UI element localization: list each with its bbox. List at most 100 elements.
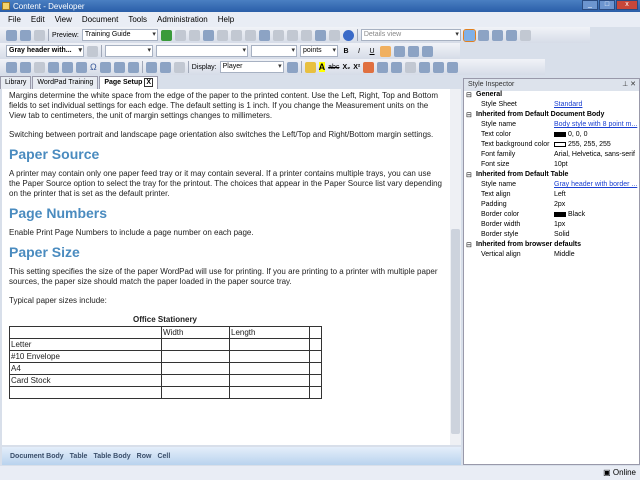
property-link[interactable]: Body style with 8 point m... [554, 121, 637, 128]
table-cell[interactable]: Length [229, 326, 310, 339]
strikethrough-button[interactable]: abc [328, 64, 339, 71]
table-cell[interactable] [161, 386, 230, 399]
italic-button[interactable]: I [354, 48, 364, 55]
table-cell[interactable] [161, 374, 230, 387]
copy-icon[interactable] [188, 29, 200, 41]
properties-icon[interactable] [230, 29, 242, 41]
find-icon[interactable] [244, 29, 256, 41]
highlight-icon[interactable]: A [318, 62, 326, 72]
table-cell[interactable]: Card Stock [9, 374, 162, 387]
spellcheck-icon[interactable] [328, 29, 340, 41]
menu-edit[interactable]: Edit [31, 15, 45, 24]
table-cell[interactable] [309, 386, 322, 399]
panel-close-icon[interactable]: ✕ [630, 81, 636, 88]
table-cell[interactable] [9, 386, 162, 399]
property-link[interactable]: Gray header with border ... [554, 181, 637, 188]
breadcrumb-document-body[interactable]: Document Body [10, 453, 64, 460]
cut-icon[interactable] [174, 29, 186, 41]
table-cell[interactable]: #10 Envelope [9, 350, 162, 363]
table-cell[interactable]: Width [161, 326, 230, 339]
breadcrumb-cell[interactable]: Cell [157, 453, 170, 460]
align-left-icon[interactable] [380, 45, 391, 57]
preview-icon[interactable] [286, 61, 298, 73]
delete-icon[interactable] [216, 29, 228, 41]
unlink-icon[interactable] [34, 61, 45, 73]
page-icon[interactable] [173, 61, 185, 73]
split-vertical-icon[interactable] [491, 29, 503, 41]
tab-page-setup[interactable]: Page Setup X [99, 76, 159, 89]
menu-file[interactable]: File [8, 15, 21, 24]
open-icon[interactable] [6, 29, 17, 41]
table-cell[interactable] [229, 362, 310, 375]
menu-document[interactable]: Document [82, 15, 118, 24]
table-cell[interactable] [161, 338, 230, 351]
bold-button[interactable]: B [341, 48, 351, 55]
style-select[interactable]: Gray header with... [6, 45, 84, 57]
superscript-button[interactable]: X² [353, 64, 360, 71]
anchor-icon[interactable] [48, 61, 59, 73]
stationery-table[interactable]: Width Length Letter #10 Envelope A4 Card… [9, 326, 322, 399]
indent-icon[interactable] [419, 61, 431, 73]
replace-icon[interactable] [159, 61, 171, 73]
font-select[interactable] [105, 45, 153, 57]
layout-icon[interactable] [462, 28, 476, 42]
table-cell[interactable] [309, 362, 322, 375]
maximize-button[interactable]: □ [599, 0, 615, 10]
bullet-list-icon[interactable] [391, 61, 403, 73]
tab-wordpad-training[interactable]: WordPad Training [32, 76, 99, 89]
table-cell[interactable] [229, 374, 310, 387]
inspector-group[interactable]: Inherited from Default Table [464, 171, 639, 181]
split-horizontal-icon[interactable] [477, 29, 489, 41]
tab-library[interactable]: Library [0, 76, 32, 89]
scrollbar-thumb[interactable] [451, 229, 460, 434]
view-select[interactable]: Details view [360, 29, 461, 41]
outdent-icon[interactable] [405, 61, 417, 73]
menu-tools[interactable]: Tools [128, 15, 147, 24]
table-cell[interactable] [309, 374, 322, 387]
align-right-icon[interactable] [408, 45, 419, 57]
table-cell[interactable] [309, 326, 322, 339]
redo-icon[interactable] [272, 29, 284, 41]
breadcrumb-table-body[interactable]: Table Body [93, 453, 130, 460]
go-icon[interactable] [160, 29, 172, 41]
table-cell[interactable] [161, 350, 230, 363]
text-style-icon[interactable] [304, 61, 316, 73]
find-replace-icon[interactable] [145, 61, 157, 73]
spacing-icon[interactable] [447, 61, 459, 73]
style-icon[interactable] [87, 45, 98, 57]
paste-icon[interactable] [202, 29, 214, 41]
tab-close-button[interactable]: X [144, 78, 154, 87]
font-family-select[interactable] [156, 45, 248, 57]
binoculars-icon[interactable] [314, 29, 326, 41]
units-select[interactable]: points [300, 45, 338, 57]
horizontal-rule-icon[interactable] [76, 61, 87, 73]
property-link[interactable]: Standard [554, 101, 582, 108]
inspector-group[interactable]: Inherited from Default Document Body [464, 111, 639, 121]
table-cell[interactable]: A4 [9, 362, 162, 375]
numbered-list-icon[interactable] [377, 61, 389, 73]
eraser-icon[interactable] [363, 61, 375, 73]
menu-view[interactable]: View [55, 15, 72, 24]
print-icon[interactable] [34, 29, 45, 41]
refresh-icon[interactable] [519, 29, 531, 41]
close-button[interactable]: x [616, 0, 638, 10]
document-editor[interactable]: Margins determine the white space from t… [2, 89, 450, 445]
table-cell[interactable] [229, 350, 310, 363]
table-cell[interactable] [229, 338, 310, 351]
help-icon[interactable] [342, 29, 354, 41]
breadcrumb-row[interactable]: Row [137, 453, 152, 460]
breadcrumb-table[interactable]: Table [70, 453, 88, 460]
display-select[interactable]: Player [219, 61, 284, 73]
undo-icon[interactable] [258, 29, 270, 41]
justify-icon[interactable] [422, 45, 433, 57]
table-icon[interactable] [62, 61, 73, 73]
paste-text-icon[interactable] [113, 61, 125, 73]
preview-select[interactable]: Training Guide [81, 29, 158, 41]
font-size-select[interactable] [251, 45, 297, 57]
quote-icon[interactable] [433, 61, 445, 73]
save-icon[interactable] [20, 29, 31, 41]
editor-scrollbar[interactable] [450, 89, 461, 445]
subscript-button[interactable]: X₂ [342, 64, 350, 71]
inspector-group[interactable]: Inherited from browser defaults [464, 241, 639, 251]
minimize-button[interactable]: _ [582, 0, 598, 10]
